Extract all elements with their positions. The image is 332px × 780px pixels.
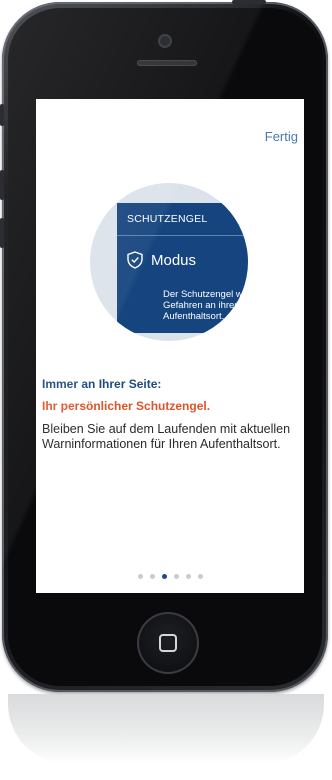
mode-row: Modus: [127, 251, 196, 269]
page-dot[interactable]: [173, 574, 179, 579]
home-button[interactable]: [137, 612, 199, 674]
volume-button: [0, 218, 4, 248]
page-dot[interactable]: [137, 574, 143, 579]
phone-frame: Fertig SCHUTZENGEL Modus Der Schutzengel…: [2, 2, 328, 692]
page-dot-active[interactable]: [161, 574, 167, 579]
home-button-icon: [159, 634, 177, 652]
page-indicator[interactable]: [36, 574, 304, 579]
earpiece-speaker: [137, 60, 197, 66]
front-camera: [160, 36, 170, 46]
app-screen: Fertig SCHUTZENGEL Modus Der Schutzengel…: [36, 99, 304, 593]
headline: Immer an Ihrer Seite:: [42, 377, 162, 391]
subheadline: Ihr persönlicher Schutzengel.: [42, 399, 211, 413]
volume-button: [0, 104, 4, 126]
phone-reflection: [8, 694, 324, 764]
card-description: Der Schutzengel wa Gefahren an ihrem Auf…: [163, 289, 248, 322]
page-dot[interactable]: [185, 574, 191, 579]
sleep-button: [232, 0, 266, 4]
volume-button: [0, 170, 4, 200]
body-text: Bleiben Sie auf dem Laufenden mit aktuel…: [42, 422, 291, 451]
done-button[interactable]: Fertig: [265, 129, 298, 144]
card-header: SCHUTZENGEL: [117, 203, 248, 236]
mode-label: Modus: [151, 251, 197, 269]
guardian-card: SCHUTZENGEL Modus Der Schutzengel wa Gef…: [117, 203, 248, 333]
page-dot[interactable]: [197, 574, 203, 579]
shield-check-icon: [127, 251, 143, 269]
feature-illustration: SCHUTZENGEL Modus Der Schutzengel wa Gef…: [90, 183, 248, 341]
page-dot[interactable]: [149, 574, 155, 579]
